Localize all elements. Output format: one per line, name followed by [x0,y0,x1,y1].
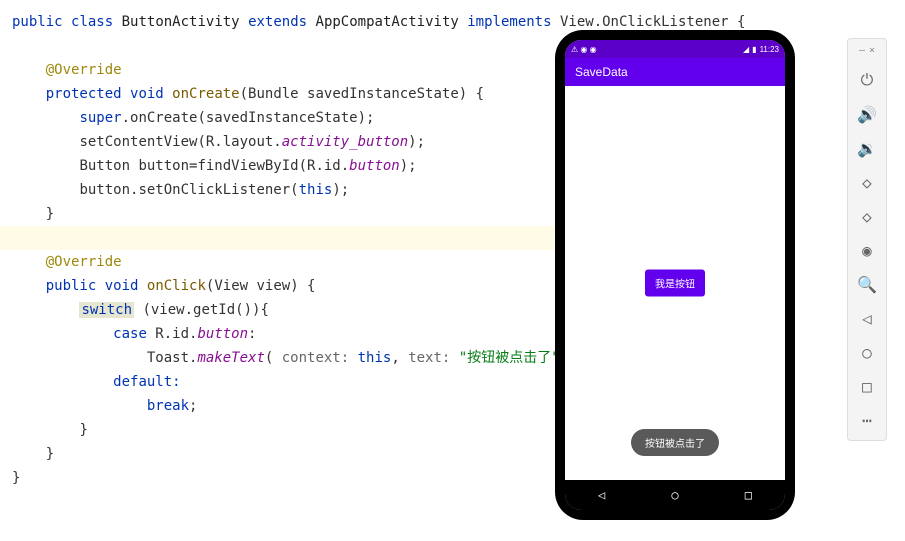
phone-screen: ⚠ ◉ ◉ ◢ ▮ 11:23 SaveData 我是按钮 按钮被点击了 ◁ ○… [565,40,785,510]
power-icon: ⏻ [861,70,874,90]
more-button[interactable]: ⋯ [853,406,881,434]
signal-icon: ◢ [743,45,749,54]
rotate-right-icon: ◇ [862,207,872,226]
volume-up-button[interactable]: 🔊 [853,100,881,128]
volume-down-button[interactable]: 🔉 [853,134,881,162]
emulator-phone: ⚠ ◉ ◉ ◢ ▮ 11:23 SaveData 我是按钮 按钮被点击了 ◁ ○… [555,30,795,520]
clock: 11:23 [760,45,779,54]
emulator-controls: – × ⏻ 🔊 🔉 ◇ ◇ ◉ 🔍 ◁ ○ □ ⋯ [847,38,887,441]
nav-back-icon[interactable]: ◁ [598,488,605,502]
rotate-right-button[interactable]: ◇ [853,202,881,230]
toast: 按钮被点击了 [631,429,719,456]
home-icon: ○ [862,343,872,362]
zoom-button[interactable]: 🔍 [853,270,881,298]
minimize-button[interactable]: – [859,45,865,56]
overview-button[interactable]: □ [853,372,881,400]
demo-button[interactable]: 我是按钮 [645,270,705,297]
back-button[interactable]: ◁ [853,304,881,332]
overview-icon: □ [862,377,872,396]
nav-recent-icon[interactable]: □ [745,488,752,502]
screenshot-button[interactable]: ◉ [853,236,881,264]
home-button[interactable]: ○ [853,338,881,366]
system-nav-bar: ◁ ○ □ [565,480,785,510]
rotate-left-icon: ◇ [862,173,872,192]
app-bar: SaveData [565,58,785,86]
code-editor[interactable]: public class ButtonActivity extends AppC… [0,0,560,490]
camera-icon: ◉ [862,241,872,260]
app-body: 我是按钮 按钮被点击了 [565,86,785,480]
power-button[interactable]: ⏻ [853,66,881,94]
volume-up-icon: 🔊 [857,105,877,124]
close-button[interactable]: × [869,45,875,56]
battery-icon: ▮ [752,45,756,54]
rotate-left-button[interactable]: ◇ [853,168,881,196]
volume-down-icon: 🔉 [857,139,877,158]
app-title: SaveData [575,65,628,79]
more-icon: ⋯ [862,411,872,430]
nav-home-icon[interactable]: ○ [671,488,678,502]
status-icons-left: ⚠ ◉ ◉ [571,45,597,54]
zoom-icon: 🔍 [857,275,877,294]
status-bar: ⚠ ◉ ◉ ◢ ▮ 11:23 [565,40,785,58]
back-icon: ◁ [862,309,872,328]
